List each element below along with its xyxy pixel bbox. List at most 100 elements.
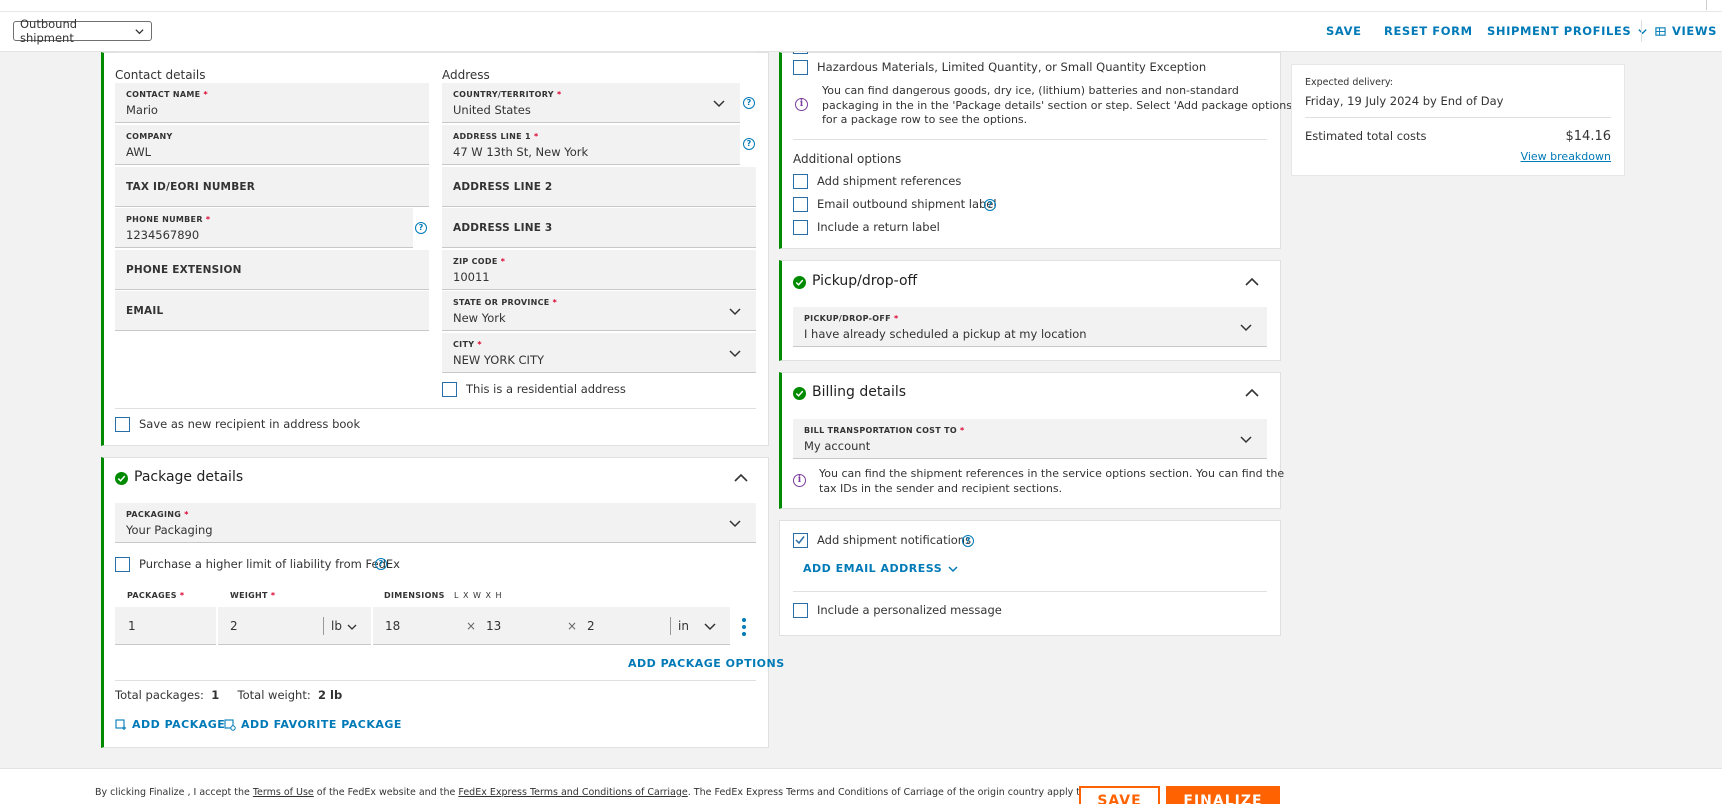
chevron-down-icon [1240, 323, 1252, 331]
state-select[interactable]: STATE OR PROVINCE * New York [442, 291, 756, 331]
email-label-help-icon[interactable]: ? [984, 199, 996, 211]
views-label: VIEWS [1672, 24, 1718, 38]
zip-code-field[interactable]: ZIP CODE * 10011 [442, 250, 756, 290]
package-details-panel [101, 457, 769, 748]
liability-checkbox[interactable] [115, 557, 130, 572]
address-line3-field[interactable]: ADDRESS LINE 3 [442, 208, 756, 248]
pickup-select[interactable]: PICKUP/DROP-OFF * I have already schedul… [793, 307, 1267, 347]
liability-help-icon[interactable]: ? [375, 558, 387, 570]
pickup-title: Pickup/drop-off [812, 273, 918, 289]
terms-of-use-link[interactable]: Terms of Use [253, 787, 314, 798]
chevron-down-icon [1638, 28, 1647, 34]
pickup-value: I have already scheduled a pickup at my … [804, 327, 1087, 341]
chevron-down-icon [713, 99, 725, 107]
country-select[interactable]: COUNTRY/TERRITORY * United States [442, 83, 740, 123]
packaging-label: PACKAGING * [126, 510, 189, 519]
add-package-options-link[interactable]: ADD PACKAGE OPTIONS [628, 657, 785, 670]
chevron-down-icon [729, 307, 741, 315]
weight-input[interactable]: 2 lb [218, 607, 371, 645]
email-label-checkbox[interactable] [793, 197, 808, 212]
address-line1-label: ADDRESS LINE 1 * [453, 132, 539, 141]
phone-number-field[interactable]: PHONE NUMBER * 1234567890 [115, 208, 413, 248]
terms-text-part: of the FedEx website and the [313, 787, 459, 798]
dangerous-info-line: packaging in the in the 'Package details… [822, 98, 1295, 112]
chevron-up-icon[interactable] [1244, 385, 1260, 401]
info-icon: i [793, 474, 806, 487]
phone-extension-placeholder: PHONE EXTENSION [126, 263, 242, 276]
finalize-button[interactable]: FINALIZE [1166, 786, 1280, 804]
chevron-down-icon[interactable] [703, 619, 717, 633]
hazmat-checkbox[interactable] [793, 60, 808, 75]
phone-number-value: 1234567890 [126, 228, 200, 242]
save-recipient-checkbox[interactable] [115, 417, 130, 432]
address-help-icon[interactable]: ? [743, 138, 755, 150]
packaging-select[interactable]: PACKAGING * Your Packaging [115, 503, 756, 543]
chevron-down-icon [1240, 435, 1252, 443]
packages-input[interactable]: 1 [115, 607, 216, 645]
package-details-title: Package details [134, 469, 244, 485]
bill-transport-select[interactable]: BILL TRANSPORTATION COST TO * My account [793, 419, 1267, 459]
email-field[interactable]: EMAIL [115, 291, 429, 331]
shipment-notifications-checkbox[interactable] [793, 533, 808, 548]
address-line2-field[interactable]: ADDRESS LINE 2 [442, 167, 756, 207]
add-favorite-package-button[interactable]: ADD FAVORITE PACKAGE [224, 718, 402, 731]
residential-checkbox[interactable] [442, 382, 457, 397]
company-field[interactable]: COMPANY AWL [115, 125, 429, 165]
shipment-references-checkbox[interactable] [793, 174, 808, 189]
times-symbol: × [466, 619, 477, 633]
contact-name-label: CONTACT NAME * [126, 90, 208, 99]
dimensions-input[interactable]: 18 × 13 × 2 in [373, 607, 730, 645]
more-options-icon[interactable] [740, 617, 748, 637]
checkmark-icon [795, 536, 805, 545]
billing-title: Billing details [812, 384, 907, 400]
phone-extension-field[interactable]: PHONE EXTENSION [115, 250, 429, 290]
notifications-help-icon[interactable]: ? [962, 535, 974, 547]
residential-label: This is a residential address [466, 382, 626, 396]
billing-info-line: You can find the shipment references in … [819, 467, 1285, 480]
return-label-label: Include a return label [817, 220, 940, 234]
view-breakdown-link[interactable]: View breakdown [1521, 150, 1611, 163]
shipment-profiles-menu[interactable]: SHIPMENT PROFILES [1487, 24, 1648, 38]
total-packages-label: Total packages: [115, 688, 204, 702]
phone-help-icon[interactable]: ? [415, 222, 427, 234]
bill-transport-label: BILL TRANSPORTATION COST TO * [804, 426, 965, 435]
contact-details-heading: Contact details [115, 68, 206, 82]
shipment-notifications-label: Add shipment notifications [817, 533, 972, 547]
info-icon: i [795, 98, 808, 111]
reset-form-link[interactable]: RESET FORM [1384, 24, 1473, 38]
billing-info: You can find the shipment references in … [819, 466, 1284, 496]
terms-carriage-link[interactable]: FedEx Express Terms and Conditions of Ca… [458, 787, 687, 798]
chevron-up-icon[interactable] [1244, 274, 1260, 290]
city-value: NEW YORK CITY [453, 353, 545, 367]
address-line2-placeholder: ADDRESS LINE 2 [453, 180, 553, 193]
views-menu[interactable]: VIEWS [1655, 24, 1717, 38]
add-package-button[interactable]: ADD PACKAGE [115, 718, 225, 731]
bill-transport-value: My account [804, 439, 871, 453]
return-label-checkbox[interactable] [793, 220, 808, 235]
city-select[interactable]: CITY * NEW YORK CITY [442, 333, 756, 373]
hazmat-label: Hazardous Materials, Limited Quantity, o… [817, 60, 1207, 74]
save-button[interactable]: SAVE [1079, 786, 1160, 804]
city-label: CITY * [453, 340, 482, 349]
shipment-type-select[interactable]: Outbound shipment [13, 17, 152, 45]
dim-unit-value: in [678, 619, 689, 633]
tax-id-field[interactable]: TAX ID/EORI NUMBER [115, 167, 429, 207]
views-icon [1655, 26, 1666, 36]
save-link[interactable]: SAVE [1326, 24, 1362, 38]
service-divider [793, 139, 1267, 140]
add-email-address-link[interactable]: ADD EMAIL ADDRESS [803, 562, 959, 575]
top-toolbar: Outbound shipment SAVE RESET FORM SHIPME… [0, 0, 1722, 52]
address-line1-field[interactable]: ADDRESS LINE 1 * 47 W 13th St, New York [442, 125, 740, 165]
contact-name-field[interactable]: CONTACT NAME * Mario [115, 83, 429, 123]
recipient-divider [115, 408, 756, 409]
summary-divider [1305, 117, 1611, 118]
width-value: 13 [486, 619, 502, 633]
chevron-up-icon[interactable] [733, 470, 749, 486]
terms-text-part: . The FedEx Express Terms and Conditions… [687, 787, 1100, 798]
personal-message-checkbox[interactable] [793, 603, 808, 618]
shipment-type-value: Outbound shipment [20, 17, 78, 45]
country-help-icon[interactable]: ? [743, 97, 755, 109]
chevron-down-icon[interactable] [346, 621, 358, 633]
state-label: STATE OR PROVINCE * [453, 298, 558, 307]
packages-header: PACKAGES * [127, 591, 185, 600]
